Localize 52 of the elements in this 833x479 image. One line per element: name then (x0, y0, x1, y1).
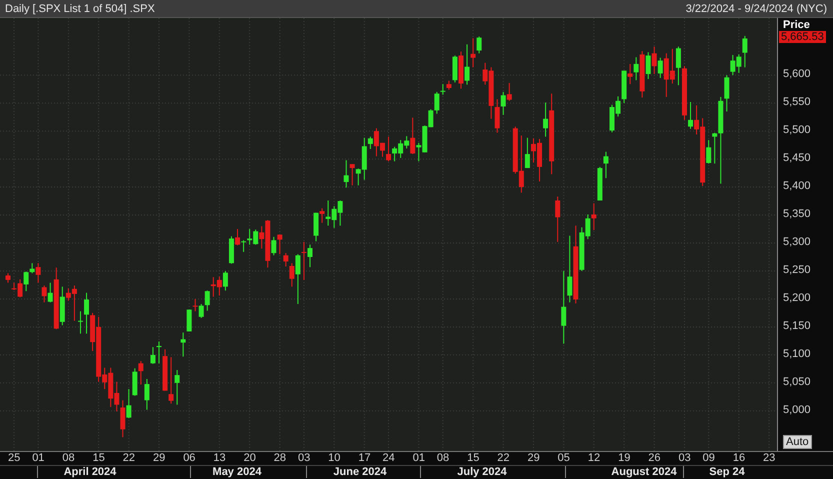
date-tick-label: 29 (527, 452, 540, 465)
date-tick-label: 23 (763, 452, 776, 465)
auto-scale-button[interactable]: Auto (783, 435, 812, 449)
date-tick-label: 13 (213, 452, 226, 465)
price-tick-label: 5,350 (783, 208, 811, 220)
date-tick-label: 22 (122, 452, 136, 465)
date-tick-label: 16 (732, 452, 746, 465)
date-range: 3/22/2024 - 9/24/2024 (NYC) (686, 2, 827, 14)
date-tick-label: 08 (436, 452, 450, 465)
date-tick-label: 10 (328, 452, 340, 465)
date-tick-label: 12 (588, 452, 600, 465)
price-tick-label: 5,400 (783, 180, 811, 192)
price-tick-label: 5,250 (783, 264, 811, 276)
date-tick-label: 20 (244, 452, 256, 465)
price-tick-label: 5,600 (783, 68, 811, 80)
price-tick-label: 5,500 (783, 124, 811, 136)
month-label: July 2024 (457, 466, 507, 478)
price-tick-label: 5,000 (783, 404, 811, 416)
date-tick-label: 19 (618, 452, 630, 465)
date-tick-label: 25 (8, 452, 20, 465)
price-tick-label: 5,300 (783, 236, 811, 248)
price-tick-label: 5,550 (783, 96, 811, 108)
last-price-label: 5,665.53 (779, 31, 826, 44)
month-label: May 2024 (212, 466, 262, 478)
date-tick-label: 22 (497, 452, 510, 465)
chart-title: Daily [.SPX List 1 of 504] .SPX (5, 2, 155, 14)
date-tick-label: 28 (274, 452, 286, 465)
price-tick-label: 5,200 (783, 292, 811, 304)
date-tick-label: 01 (32, 452, 44, 465)
date-tick-label: 08 (62, 452, 75, 465)
date-tick-label: 29 (153, 452, 166, 465)
month-label: April 2024 (64, 466, 116, 478)
date-tick-label: 09 (702, 452, 715, 465)
date-tick-label: 01 (412, 452, 425, 465)
date-tick-label: 15 (92, 452, 105, 465)
date-tick-label: 05 (558, 452, 570, 465)
date-tick-label: 26 (648, 452, 661, 465)
date-tick-label: 17 (358, 452, 371, 465)
date-tick-label: 03 (298, 452, 310, 465)
price-tick-label: 5,100 (783, 348, 811, 360)
axis-title: Price (783, 19, 810, 31)
month-label: June 2024 (333, 466, 387, 478)
candle (555, 196, 560, 242)
date-tick-label: 24 (382, 452, 395, 465)
date-tick-label: 15 (467, 452, 480, 465)
month-label: August 2024 (611, 466, 677, 478)
price-tick-label: 5,150 (783, 320, 811, 332)
price-tick-label: 5,050 (783, 376, 811, 388)
price-tick-label: 5,450 (783, 152, 811, 164)
month-label: Sep 24 (709, 466, 745, 478)
date-tick-label: 06 (183, 452, 196, 465)
date-tick-label: 03 (678, 452, 691, 465)
